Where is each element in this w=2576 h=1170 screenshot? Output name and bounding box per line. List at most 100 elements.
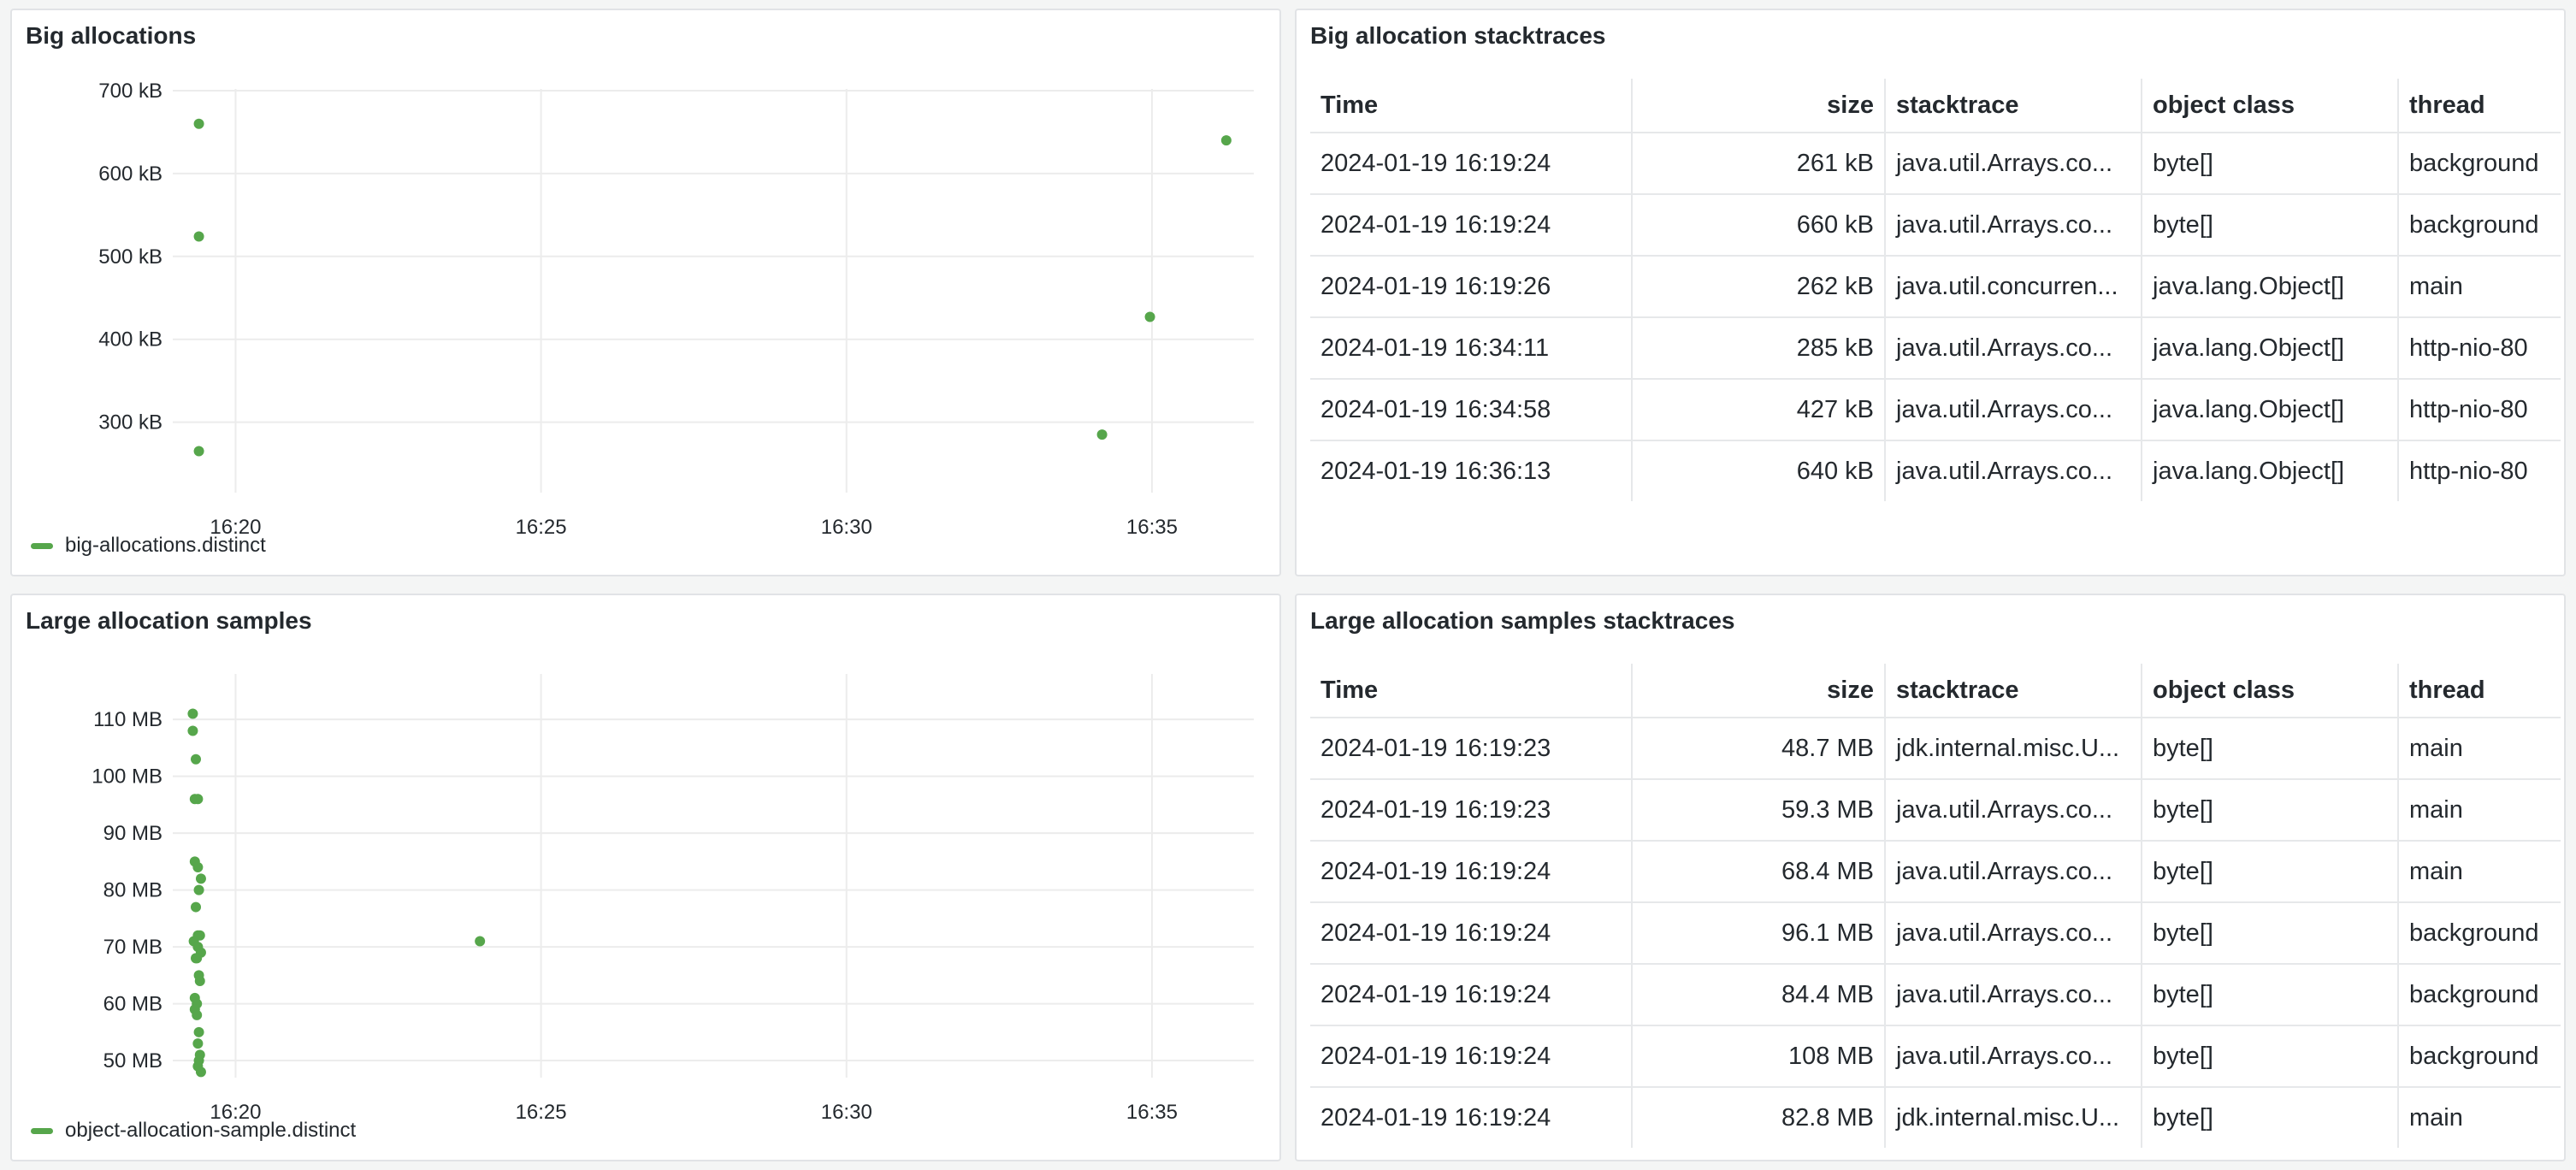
data-point[interactable] xyxy=(191,901,202,913)
column-header-stacktrace[interactable]: stacktrace xyxy=(1884,79,2142,133)
large-allocation-samples-stacktraces-panel: Large allocation samples stacktraces Tim… xyxy=(1295,594,2566,1161)
table-cell-object-class: java.lang.Object[] xyxy=(2141,256,2398,318)
table-cell-time: 2024-01-19 16:36:13 xyxy=(1320,457,1551,485)
y-tick-label: 60 MB xyxy=(103,993,162,1016)
table-cell-size: 84.4 MB xyxy=(1631,964,1885,1026)
big-allocations-chart[interactable]: 300 kB400 kB500 kB600 kB700 kB16:20 16:25… xyxy=(12,10,1281,576)
data-point[interactable] xyxy=(187,708,198,719)
panel-title[interactable]: Large allocation samples stacktraces xyxy=(1310,607,1734,635)
data-point[interactable] xyxy=(191,953,202,964)
table-row[interactable]: 2024-01-19 16:36:13 640 kB java.util.Array… xyxy=(1310,440,2561,501)
y-tick-label: 600 kB xyxy=(98,162,162,186)
table-cell-stacktrace: java.util.Arrays.co... xyxy=(1884,779,2142,842)
table-cell-time: 2024-01-19 16:19:24 xyxy=(1310,1025,1632,1088)
table-cell-thread: http-nio-80 xyxy=(2397,379,2561,441)
table-row[interactable]: 2024-01-19 16:19:24 84.4 MB java.util.Arra… xyxy=(1310,964,2561,1026)
table-row[interactable]: 2024-01-19 16:19:23 48.7 MB jdk.internal.m… xyxy=(1310,718,2561,780)
big-allocation-stacktraces-panel: Big allocation stacktraces Time size stack… xyxy=(1295,9,2566,576)
column-header-object-class[interactable]: object class xyxy=(2141,79,2398,133)
table-cell-size: 48.7 MB xyxy=(1631,718,1885,780)
table-row[interactable]: 2024-01-19 16:19:24 660 kB java.util.Array… xyxy=(1310,194,2561,257)
data-point[interactable] xyxy=(193,446,204,457)
table-cell-object-class: byte[] xyxy=(2141,1025,2398,1088)
table-cell-object-class: byte[] xyxy=(2141,841,2398,903)
data-point[interactable] xyxy=(193,231,204,242)
table-cell-thread: background xyxy=(2397,194,2561,257)
table-cell-time: 2024-01-19 16:19:23 xyxy=(1310,779,1632,842)
table-cell-size: 640 kB xyxy=(1631,440,1885,501)
chart-legend[interactable]: object-allocation-sample.distinct xyxy=(31,1119,356,1143)
large-allocation-samples-chart[interactable]: 50 MB 60 MB 70 MB 80 MB 90 MB 100 MB 110 MB 16:… xyxy=(12,595,1281,1161)
column-header-size[interactable]: size xyxy=(1631,664,1885,718)
table-row[interactable]: 2024-01-19 16:34:11 285 kB java.util.Array… xyxy=(1310,317,2561,380)
table-cell-thread: main xyxy=(2397,718,2561,780)
table-row[interactable]: 2024-01-19 16:19:24 261 kB java.util.Array… xyxy=(1310,133,2561,195)
table-cell-thread: main xyxy=(2397,256,2561,318)
table-row[interactable]: 2024-01-19 16:19:24 108 MB java.util.Array… xyxy=(1310,1025,2561,1088)
table-row[interactable]: 2024-01-19 16:19:24 82.8 MB jdk.internal.m… xyxy=(1310,1087,2561,1148)
table-cell-stacktrace: java.util.Arrays.co... xyxy=(1884,964,2142,1026)
column-header-time[interactable]: Time xyxy=(1310,664,1632,718)
table-cell-thread: main xyxy=(2397,779,2561,842)
data-point[interactable] xyxy=(192,1009,203,1020)
table-cell-size: 96.1 MB xyxy=(1631,902,1885,965)
table-cell-stacktrace: java.util.Arrays.co... xyxy=(1884,133,2142,195)
table-row[interactable]: 2024-01-19 16:19:24 68.4 MB java.util.Arra… xyxy=(1310,841,2561,903)
table-row[interactable]: 2024-01-19 16:19:23 59.3 MB java.util.Arra… xyxy=(1310,779,2561,842)
data-point[interactable] xyxy=(1220,135,1232,146)
column-header-stacktrace[interactable]: stacktrace xyxy=(1884,664,2142,718)
table-cell-thread: http-nio-80 xyxy=(2397,440,2561,501)
table-cell-stacktrace: java.util.Arrays.co... xyxy=(1884,1025,2142,1088)
x-tick-label: 16:25 xyxy=(516,1101,567,1124)
table-cell-stacktrace: jdk.internal.misc.U... xyxy=(1884,718,2142,780)
data-point[interactable] xyxy=(192,862,204,873)
column-header-time[interactable]: Time xyxy=(1310,79,1632,133)
y-tick-label: 400 kB xyxy=(98,328,162,352)
column-header-thread[interactable]: thread xyxy=(2397,664,2561,718)
table-row[interactable]: 2024-01-19 16:19:24 96.1 MB java.util.Arra… xyxy=(1310,902,2561,965)
data-point[interactable] xyxy=(1096,429,1108,440)
table-cell-time: 2024-01-19 16:19:24 xyxy=(1310,964,1632,1026)
data-point[interactable] xyxy=(194,930,205,941)
table-header-row: Time size stacktrace object class thread xyxy=(1310,664,2561,718)
table-cell-object-class: java.lang.Object[] xyxy=(2141,317,2398,380)
data-point[interactable] xyxy=(187,725,198,736)
table-cell-thread: background xyxy=(2397,1025,2561,1088)
table-cell-thread: main xyxy=(2397,841,2561,903)
table-cell-thread: http-nio-80 xyxy=(2397,317,2561,380)
table-cell-object-class: byte[] xyxy=(2141,718,2398,780)
data-point[interactable] xyxy=(195,1067,206,1078)
y-tick-label: 70 MB xyxy=(103,936,162,959)
chart-legend[interactable]: big-allocations.distinct xyxy=(31,534,266,558)
column-header-thread[interactable]: thread xyxy=(2397,79,2561,133)
panel-title[interactable]: Big allocation stacktraces xyxy=(1310,22,1605,50)
table-cell-stacktrace: jdk.internal.misc.U... xyxy=(1884,1087,2142,1148)
table-row[interactable]: 2024-01-19 16:34:58 427 kB java.util.Array… xyxy=(1310,379,2561,441)
column-header-object-class[interactable]: object class xyxy=(2141,664,2398,718)
data-point[interactable] xyxy=(193,118,204,129)
table-row[interactable]: 2024-01-19 16:19:26 262 kB java.util.concu… xyxy=(1310,256,2561,318)
table-cell-stacktrace: java.util.concurren... xyxy=(1884,256,2142,318)
data-point[interactable] xyxy=(191,753,202,765)
data-point[interactable] xyxy=(1144,311,1155,322)
y-tick-label: 50 MB xyxy=(103,1049,162,1072)
data-point[interactable] xyxy=(194,975,205,986)
data-point[interactable] xyxy=(195,873,206,884)
table-cell-time: 2024-01-19 16:19:26 xyxy=(1310,256,1632,318)
table-cell-time: 2024-01-19 16:34:58 xyxy=(1310,379,1632,441)
y-tick-label: 100 MB xyxy=(92,765,162,789)
data-point[interactable] xyxy=(475,936,486,947)
legend-label: big-allocations.distinct xyxy=(65,534,266,557)
table-cell-stacktrace: java.util.Arrays.co... xyxy=(1884,317,2142,380)
data-point[interactable] xyxy=(193,1026,204,1037)
data-point[interactable] xyxy=(193,884,204,895)
table-cell-size: 68.4 MB xyxy=(1631,841,1885,903)
table-cell-object-class: byte[] xyxy=(2141,1087,2398,1148)
column-header-size[interactable]: size xyxy=(1631,79,1885,133)
data-point[interactable] xyxy=(192,1038,204,1049)
legend-swatch xyxy=(31,542,53,549)
stacktraces-table: Time size stacktrace object class thread 202… xyxy=(1310,664,2561,1148)
table-cell-time: 2024-01-19 16:19:24 xyxy=(1320,1103,1551,1132)
table-cell-object-class: byte[] xyxy=(2141,964,2398,1026)
data-point[interactable] xyxy=(192,794,204,805)
